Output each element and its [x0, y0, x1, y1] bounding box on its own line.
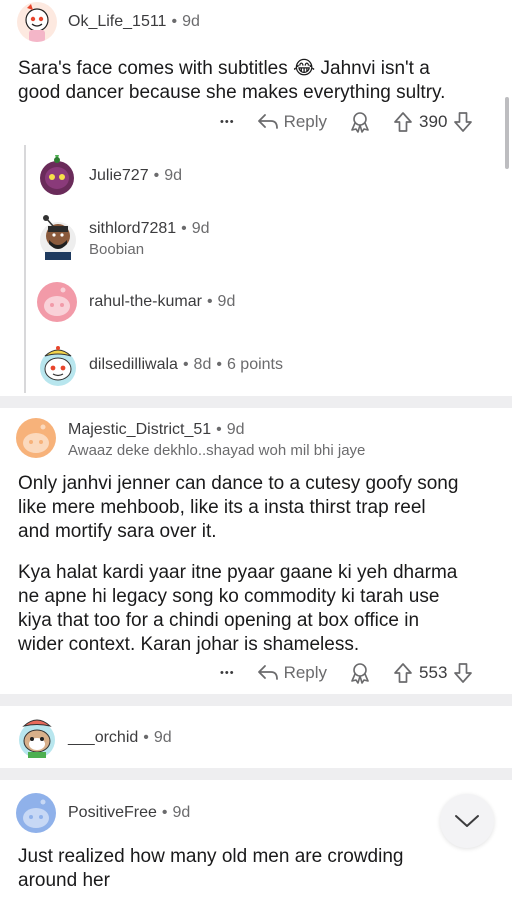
- scroll-down-button[interactable]: [440, 794, 494, 848]
- downvote-icon[interactable]: [453, 662, 473, 684]
- comment-actions: ••• Reply 390: [220, 108, 500, 136]
- reply-label: Reply: [283, 112, 328, 131]
- avatar[interactable]: [16, 418, 56, 458]
- more-options-button[interactable]: •••: [220, 667, 235, 679]
- body-line: wider context. Karan johar is shameless.: [18, 634, 360, 655]
- scrollbar-thumb[interactable]: [505, 97, 509, 169]
- laughing-emoji-icon: 😂: [293, 58, 316, 79]
- separator-dot: •: [216, 421, 222, 438]
- comment-separator: [0, 396, 512, 408]
- vote-count: 390: [419, 112, 448, 131]
- reply-username[interactable]: rahul-the-kumar • 9d: [89, 293, 235, 311]
- separator-dot: •: [182, 356, 189, 373]
- username-text[interactable]: Julie727: [89, 167, 149, 184]
- comment-username[interactable]: Ok_Life_1511 • 9d: [68, 13, 200, 31]
- comment-username[interactable]: ___orchid • 9d: [68, 729, 172, 747]
- reply-username[interactable]: dilsedilliwala • 8d • 6 points: [89, 356, 283, 374]
- reply-button[interactable]: Reply: [257, 112, 327, 132]
- user-flair: Boobian: [89, 241, 145, 258]
- reply-username[interactable]: sithlord7281 • 9d: [89, 220, 210, 238]
- chevron-down-icon: [455, 815, 479, 827]
- avatar[interactable]: [37, 340, 79, 388]
- username-text[interactable]: ___orchid: [68, 729, 138, 746]
- comment-body: Sara's face comes with subtitles 😂 Jahnv…: [18, 57, 498, 105]
- comment-age: 9d: [172, 804, 191, 821]
- comment-age: 9d: [164, 167, 183, 184]
- comment-age: 9d: [182, 13, 200, 30]
- body-line: ne apne hi legacy song ko commodity ki t…: [18, 586, 440, 607]
- reply-button[interactable]: Reply: [257, 663, 327, 683]
- avatar[interactable]: [37, 152, 77, 196]
- separator-dot: •: [206, 293, 213, 310]
- body-line: Sara's face comes with subtitles: [18, 58, 288, 79]
- body-line: around her: [18, 870, 110, 891]
- upvote-icon[interactable]: [393, 662, 413, 684]
- body-line: like mere mehboob, like its a insta thir…: [18, 497, 426, 518]
- avatar[interactable]: [16, 793, 56, 833]
- body-line: kiya that too for a chindi opening at bo…: [18, 610, 420, 631]
- vote-controls: 553: [393, 662, 473, 684]
- body-line: Just realized how many old men are crowd…: [18, 846, 404, 867]
- comment-username[interactable]: Majestic_District_51 • 9d: [68, 421, 245, 439]
- username-text[interactable]: Majestic_District_51: [68, 421, 211, 438]
- username-text[interactable]: rahul-the-kumar: [89, 293, 202, 310]
- username-text[interactable]: dilsedilliwala: [89, 356, 178, 373]
- downvote-icon[interactable]: [453, 111, 473, 133]
- comment-actions: ••• Reply 553: [220, 659, 500, 687]
- more-options-button[interactable]: •••: [220, 116, 235, 128]
- comment-age: 9d: [191, 220, 210, 237]
- comment-age: 9d: [226, 421, 245, 438]
- comment-age: 9d: [217, 293, 236, 310]
- separator-dot: •: [216, 356, 222, 373]
- body-line: Kya halat kardi yaar itne pyaar gaane ki…: [18, 562, 458, 583]
- comment-username[interactable]: PositiveFree • 9d: [68, 804, 190, 822]
- upvote-icon[interactable]: [393, 111, 413, 133]
- body-line: and mortify sara over it.: [18, 521, 217, 542]
- avatar[interactable]: [37, 212, 79, 260]
- comment-age: 9d: [153, 729, 172, 746]
- avatar[interactable]: [37, 282, 77, 322]
- username-text[interactable]: sithlord7281: [89, 220, 176, 237]
- comment-age: 8d: [193, 356, 212, 373]
- reply-username[interactable]: Julie727 • 9d: [89, 167, 182, 185]
- comment-separator: [0, 694, 512, 706]
- award-icon[interactable]: [349, 111, 371, 133]
- avatar[interactable]: [16, 712, 58, 760]
- user-flair: Awaaz deke dekhlo..shayad woh mil bhi ja…: [68, 442, 366, 459]
- separator-dot: •: [161, 804, 168, 821]
- separator-dot: •: [153, 167, 160, 184]
- separator-dot: •: [181, 220, 187, 237]
- vote-count: 553: [419, 663, 448, 682]
- comment-points: 6 points: [226, 356, 283, 373]
- avatar[interactable]: [17, 2, 57, 42]
- reply-arrow-icon: [257, 665, 278, 680]
- thread-line[interactable]: [24, 145, 26, 393]
- reply-label: Reply: [283, 663, 328, 682]
- comment-body: Kya halat kardi yaar itne pyaar gaane ki…: [18, 561, 498, 657]
- body-line: Only janhvi jenner can dance to a cutesy…: [18, 473, 459, 494]
- comment-body: Only janhvi jenner can dance to a cutesy…: [18, 472, 498, 544]
- comment-body: Just realized how many old men are crowd…: [18, 845, 498, 893]
- reply-arrow-icon: [257, 114, 278, 129]
- comment-separator: [0, 768, 512, 780]
- award-icon[interactable]: [349, 662, 371, 684]
- body-line: good dancer because she makes everything…: [18, 82, 446, 103]
- username-text[interactable]: Ok_Life_1511: [68, 13, 166, 30]
- separator-dot: •: [171, 13, 178, 30]
- body-line: Jahnvi isn't a: [320, 58, 430, 79]
- separator-dot: •: [143, 729, 149, 746]
- username-text[interactable]: PositiveFree: [68, 804, 157, 821]
- vote-controls: 390: [393, 111, 473, 133]
